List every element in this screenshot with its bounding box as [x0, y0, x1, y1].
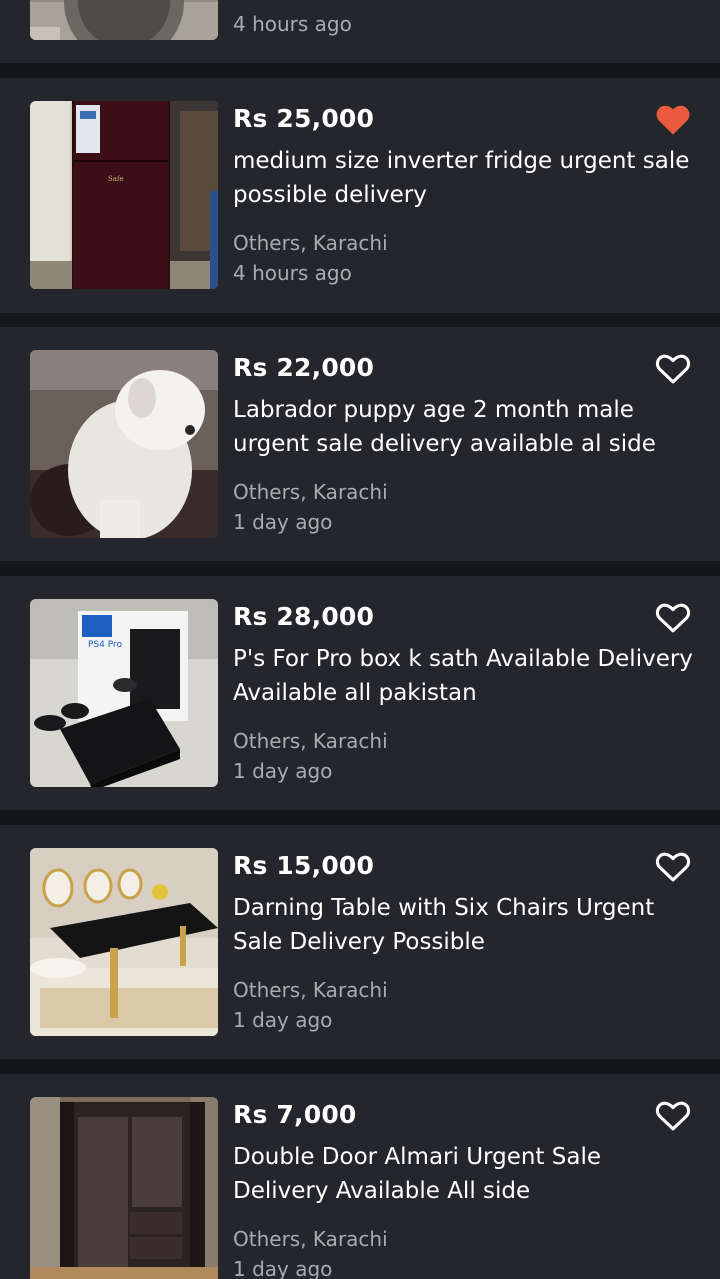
listing-image-puppy[interactable]	[30, 350, 218, 538]
listing-time: 1 day ago	[233, 1008, 333, 1032]
heart-filled-icon[interactable]	[654, 102, 692, 136]
listing-time: 1 day ago	[233, 759, 333, 783]
listing-price: Rs 15,000	[233, 851, 375, 880]
listing-title[interactable]: Labrador puppy age 2 month male urgent s…	[233, 393, 693, 461]
listing-card[interactable]: Safe Rs 25,000 medium size inverter frid…	[0, 78, 720, 313]
listing-card[interactable]: Rs 22,000 Labrador puppy age 2 month mal…	[0, 327, 720, 561]
listing-price: Rs 22,000	[233, 353, 375, 382]
listing-title[interactable]: Darning Table with Six Chairs Urgent Sal…	[233, 891, 693, 959]
heart-outline-icon[interactable]	[654, 600, 692, 634]
listing-card[interactable]: PS4 Pro Rs 28,000 P's For Pro box k sath…	[0, 576, 720, 810]
listing-price: Rs 25,000	[233, 104, 375, 133]
svg-text:Safe: Safe	[108, 175, 124, 183]
listing-title[interactable]: P's For Pro box k sath Available Deliver…	[233, 642, 693, 710]
listing-price: Rs 28,000	[233, 602, 375, 631]
listing-time: 4 hours ago	[233, 261, 352, 285]
listing-image-wardrobe[interactable]	[30, 1097, 218, 1279]
listing-time: 1 day ago	[233, 510, 333, 534]
listing-image-dining-table[interactable]	[30, 848, 218, 1036]
heart-outline-icon[interactable]	[654, 1098, 692, 1132]
listing-feed: 4 hours ago Safe Rs 25,000 medium size i…	[0, 0, 720, 1279]
listing-time: 4 hours ago	[233, 12, 352, 36]
listing-image-washing-machine[interactable]	[30, 0, 218, 40]
listing-price: Rs 7,000	[233, 1100, 357, 1129]
svg-text:PS4 Pro: PS4 Pro	[88, 640, 122, 650]
listing-title[interactable]: Double Door Almari Urgent Sale Delivery …	[233, 1140, 693, 1208]
listing-location: Others, Karachi	[233, 729, 388, 753]
listing-image-fridge[interactable]: Safe	[30, 101, 218, 289]
listing-location: Others, Karachi	[233, 978, 388, 1002]
listing-card[interactable]: Rs 7,000 Double Door Almari Urgent Sale …	[0, 1074, 720, 1279]
listing-card[interactable]: 4 hours ago	[0, 0, 720, 63]
listing-time: 1 day ago	[233, 1257, 333, 1279]
listing-location: Others, Karachi	[233, 1227, 388, 1251]
listing-card[interactable]: Rs 15,000 Darning Table with Six Chairs …	[0, 825, 720, 1059]
listing-location: Others, Karachi	[233, 480, 388, 504]
heart-outline-icon[interactable]	[654, 351, 692, 385]
listing-title[interactable]: medium size inverter fridge urgent sale …	[233, 144, 693, 212]
heart-outline-icon[interactable]	[654, 849, 692, 883]
listing-location: Others, Karachi	[233, 231, 388, 255]
listing-image-ps4-pro[interactable]: PS4 Pro	[30, 599, 218, 787]
